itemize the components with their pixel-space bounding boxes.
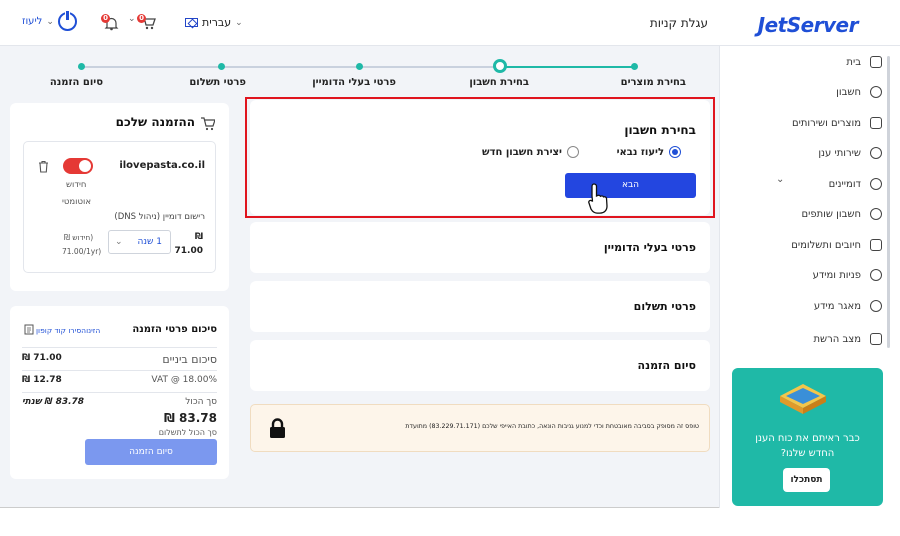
chevron-down-icon: ⌄ [115,237,123,247]
app-window: JetServer עגלת קניות ⌄ עברית 0 ⌄ 0 ⌄ ליע… [0,0,900,508]
language-label: עברית [202,16,232,29]
radio-checked-icon [669,146,681,158]
user-menu[interactable]: ⌄ ליעוז [22,16,54,27]
server-chip-icon [780,384,826,414]
bulb-icon [870,300,882,312]
order-summary-panel: סיכום פרטי הזמנה הזינוהסירו קוד קופון סי… [10,306,229,479]
radio-new-account[interactable]: יצירת חשבון חדש [482,146,579,158]
radio-existing-account[interactable]: ליעוז נבאי [617,146,681,158]
sidebar-item-account[interactable]: חשבון [836,82,882,102]
order-price: 71.00 [174,246,203,256]
cart-count-badge: 0 [137,14,146,23]
total-amount: 83.78 ₪ [164,411,217,425]
israel-flag-icon [185,18,198,27]
step-dot-5 [78,63,85,70]
order-panel: ההזמנה שלכם ilovepasta.co.il חידוש אוטומ… [10,103,229,291]
promo-button[interactable]: תסתכלו [783,468,830,492]
notifications-button[interactable]: 0 [100,14,122,32]
chart-icon [870,333,882,345]
sidebar-item-billing[interactable]: חיובים ותשלומים [791,235,882,255]
auto-renew-label-1: חידוש [66,180,87,190]
hand-cursor-icon [588,183,608,214]
renewal-price: (71.00/1yr [62,247,102,256]
finish-order-button[interactable]: סיום הזמנה [85,439,217,465]
user-name: ליעוז [22,16,43,27]
price-currency: ₪ [194,232,203,242]
progress-fill [500,66,634,68]
notification-count-badge: 0 [101,14,110,23]
jetserver-logo[interactable]: JetServer [758,13,859,37]
language-selector[interactable]: ⌄ עברית [185,16,243,29]
step-label-finish: סיום הזמנה [49,77,103,88]
vat-row: VAT @ 18.00% 12.78 ₪ [22,375,217,385]
radio-unchecked-icon [567,146,579,158]
registration-description: רישום דומיין (ניהול DNS) [114,212,205,222]
step-dot-1 [631,63,638,70]
sidebar-item-home[interactable]: בית [846,52,882,72]
secure-notice: טופס זה מסופק בסביבה מאובטחת וכדי למנוע … [250,404,710,452]
order-title: ההזמנה שלכם [115,115,195,129]
secure-notice-text: טופס זה מסופק בסביבה מאובטחת וכדי למנוע … [405,423,699,430]
step-label-payment: פרטי תשלום [189,77,246,88]
sidebar-item-products[interactable]: מוצרים ושירותים [792,113,882,133]
step-dot-3 [356,63,363,70]
cart-icon [201,117,215,131]
promo-line-2: החדש שלנו? [780,448,835,459]
step-label-domain-owner: פרטי בעלי הדומיין [312,77,396,88]
top-bar: JetServer עגלת קניות ⌄ עברית 0 ⌄ 0 ⌄ ליע… [0,0,900,46]
lock-icon [270,418,285,438]
home-icon [870,56,882,68]
sidebar-item-network-status[interactable]: מצב הרשת [813,329,882,349]
period-select[interactable]: 1 שנה ⌄ [108,230,171,254]
account-title: בחירת חשבון [624,123,696,137]
document-icon [24,324,34,335]
step-dot-2-current [493,59,507,73]
order-domain-name: ilovepasta.co.il [119,160,205,171]
sidebar-item-cloud[interactable]: שירותי ענן [818,143,882,163]
total-row: סך הכול 83.78 ₪ שנתי [22,397,217,407]
sidebar-scrollbar[interactable] [887,56,890,348]
auto-renew-toggle[interactable] [63,158,93,174]
user-icon [870,86,882,98]
cart-button[interactable]: 0 ⌄ [128,14,159,32]
step-label-account: בחירת חשבון [469,77,529,88]
cloud-icon [870,147,882,159]
chevron-down-icon: ⌄ [776,174,785,185]
step-dot-4 [218,63,225,70]
next-button[interactable]: הבא [565,173,696,198]
box-icon [870,117,882,129]
coupon-link[interactable]: הזינוהסירו קוד קופון [36,326,100,335]
renewal-label: (חידוש ₪ [64,233,94,242]
summary-title: סיכום פרטי הזמנה [132,324,217,335]
section-payment[interactable]: פרטי תשלום [250,281,710,332]
sidebar-item-support[interactable]: פניות ומידע [813,265,882,285]
promo-card: כבר ראיתם את כוח הענן החדש שלנו? תסתכלו [732,368,883,506]
order-item: ilovepasta.co.il חידוש אוטומטי רישום דומ… [23,141,216,273]
subtotal-row: סיכום ביניים 71.00 ₪ [22,353,217,366]
total-due-label: סך הכול לתשלום [158,428,217,437]
page-title: עגלת קניות [649,16,708,30]
chevron-down-icon: ⌄ [235,17,243,28]
step-label-products: בחירת מוצרים [620,77,686,88]
power-icon[interactable] [58,10,77,31]
sidebar-item-knowledgebase[interactable]: מאגר מידע [814,296,882,316]
headset-icon [870,269,882,281]
section-finish[interactable]: סיום הזמנה [250,340,710,391]
trash-icon[interactable] [38,160,49,173]
chevron-down-icon: ⌄ [128,14,136,24]
users-icon [870,208,882,220]
invoice-icon [870,239,882,251]
sidebar-item-domains[interactable]: דומיינים ⌄ [748,174,882,194]
promo-line-1: כבר ראיתם את כוח הענן [755,433,860,444]
globe-icon [870,178,882,190]
sidebar-item-affiliates[interactable]: חשבון שותפים [801,204,882,224]
auto-renew-label-2: אוטומטי [62,197,92,207]
sidebar: בית חשבון מוצרים ושירותים שירותי ענן דומ… [719,46,900,508]
section-domain-owner[interactable]: פרטי בעלי הדומיין [250,222,710,273]
chevron-down-icon: ⌄ [46,16,54,27]
